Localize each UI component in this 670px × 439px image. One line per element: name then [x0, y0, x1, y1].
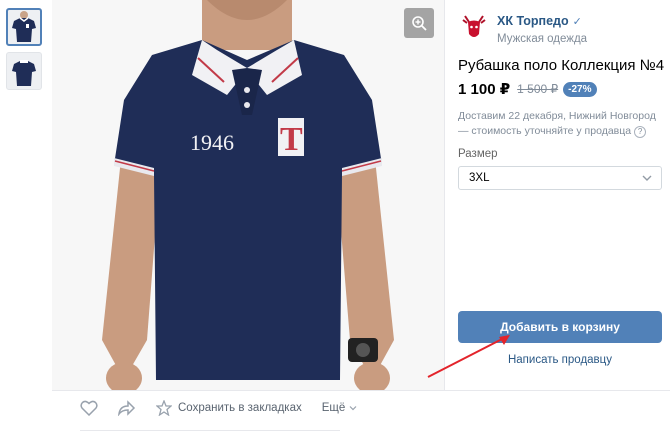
delivery-text: Доставим 22 декабря, Нижний Новгород — с… — [458, 110, 656, 137]
zoom-button[interactable] — [404, 8, 434, 38]
shirt-back-thumbnail-image — [12, 60, 36, 86]
bookmark-button[interactable]: Сохранить в закладках — [156, 400, 302, 416]
help-icon[interactable]: ? — [634, 126, 647, 138]
product-image-viewer[interactable]: 1946 T — [52, 0, 444, 390]
discount-badge: -27% — [563, 81, 597, 97]
divider — [52, 390, 670, 391]
product-photo: 1946 T — [102, 0, 394, 390]
star-icon — [156, 400, 172, 416]
like-button[interactable] — [80, 400, 98, 416]
verified-icon: ✓ — [572, 16, 582, 28]
size-selected-value: 3XL — [469, 172, 490, 184]
old-price: 1 500 ₽ — [517, 82, 559, 96]
heart-icon — [80, 400, 98, 416]
chevron-down-icon — [642, 175, 652, 181]
thumbnail-back[interactable] — [6, 52, 42, 90]
current-price: 1 100 ₽ — [458, 81, 511, 98]
actions-bar: Сохранить в закладках Ещё — [80, 400, 378, 416]
zoom-in-icon — [412, 16, 427, 31]
price-row: 1 100 ₽ 1 500 ₽ -27% — [458, 80, 597, 98]
shirt-thumbnail-image — [12, 11, 36, 42]
share-icon — [118, 400, 136, 416]
bottom-divider — [80, 430, 340, 431]
more-label: Ещё — [321, 402, 346, 414]
product-title: Рубашка поло Коллекция №4 — [458, 57, 665, 74]
more-button[interactable]: Ещё — [322, 402, 359, 414]
shop-header: ХК Торпедо ✓ Мужская одежда — [459, 12, 587, 45]
shop-name-link[interactable]: ХК Торпедо — [497, 14, 569, 28]
thumbnail-front[interactable] — [6, 8, 42, 46]
shop-logo-icon[interactable] — [459, 12, 489, 42]
size-select[interactable]: 3XL — [458, 166, 662, 190]
shirt-logo-letter: T — [280, 121, 303, 158]
thumbnail-strip — [6, 8, 42, 96]
shirt-number-print: 1946 — [190, 130, 234, 155]
bookmark-label: Сохранить в закладках — [178, 402, 302, 414]
size-label: Размер — [458, 148, 498, 160]
chevron-down-icon — [349, 406, 357, 411]
shop-category: Мужская одежда — [497, 33, 588, 45]
annotation-arrow-icon — [427, 335, 510, 378]
delivery-info: Доставим 22 декабря, Нижний Новгород — с… — [458, 109, 663, 139]
share-button[interactable] — [118, 400, 136, 416]
